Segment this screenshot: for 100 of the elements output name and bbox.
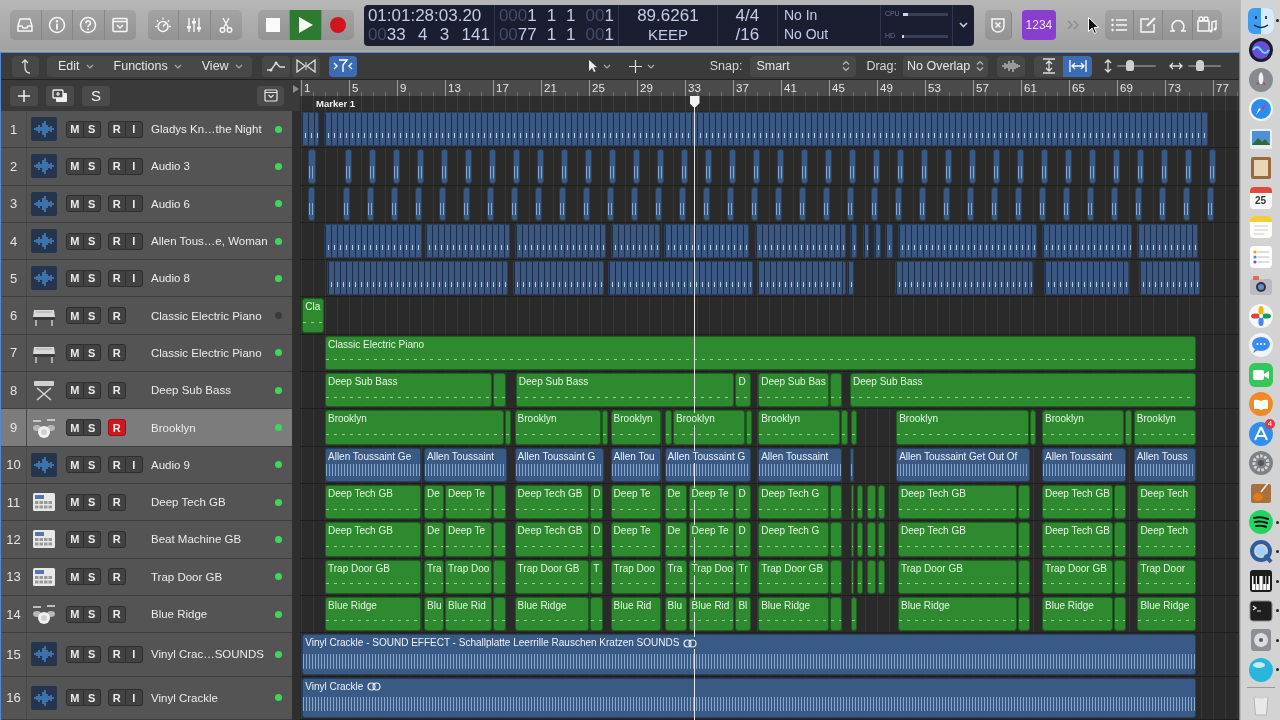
editors-button[interactable] — [210, 10, 242, 40]
midi-region[interactable]: De — [424, 522, 444, 557]
midi-region[interactable]: Tra — [664, 559, 688, 594]
audio-region[interactable] — [441, 149, 448, 184]
audio-region[interactable] — [655, 186, 662, 221]
midi-region[interactable]: De — [424, 484, 444, 520]
audio-region[interactable]: Allen Toussaint G — [664, 447, 751, 482]
audio-region[interactable] — [1044, 261, 1129, 296]
midi-region[interactable] — [867, 484, 876, 520]
audio-region[interactable] — [1039, 186, 1046, 221]
audio-region[interactable] — [849, 149, 856, 184]
mute-button[interactable]: M — [66, 689, 84, 707]
bar-ruler[interactable]: 1 5 9 13 17 21 25 29 33 37 41 45 49 53 57 61 65 69 73 77 — [300, 80, 1239, 96]
status-dot[interactable] — [275, 125, 282, 133]
midi-region[interactable] — [1018, 596, 1030, 632]
audio-region[interactable] — [537, 149, 544, 184]
midi-region[interactable]: Brooklyn — [1133, 410, 1197, 445]
snap-popup[interactable]: Smart — [750, 55, 857, 77]
midi-region[interactable] — [1114, 596, 1126, 632]
flex-button[interactable] — [291, 55, 320, 77]
track-header[interactable]: 15 M S R I Vinyl Crac…SOUNDS — [1, 633, 292, 677]
menu-button[interactable]: Functions — [102, 55, 191, 77]
waveform-zoom-button[interactable] — [997, 55, 1025, 77]
audio-region[interactable] — [895, 261, 1033, 296]
sound-waves-icon[interactable] — [1247, 509, 1274, 536]
stop-button[interactable] — [257, 10, 290, 40]
audio-region[interactable] — [1185, 149, 1192, 184]
status-dot[interactable] — [275, 162, 282, 170]
midi-region[interactable]: Deep Tech GB — [1042, 484, 1114, 520]
track-header[interactable]: 5 M S R I Audio 8 — [1, 260, 292, 298]
midi-region[interactable] — [1125, 410, 1132, 445]
horizontal-zoom-button[interactable] — [1063, 55, 1092, 77]
record-enable-button[interactable]: R — [108, 645, 126, 663]
audio-region[interactable] — [727, 186, 734, 221]
audio-region[interactable] — [631, 186, 638, 221]
audio-region[interactable] — [919, 186, 926, 221]
status-dot[interactable] — [275, 424, 282, 431]
track-header[interactable]: 10 M S R I Audio 9 — [1, 446, 292, 484]
audio-region[interactable] — [753, 149, 760, 184]
midi-region[interactable] — [856, 559, 863, 594]
record-enable-button[interactable]: R — [108, 381, 126, 399]
record-enable-button[interactable]: R — [108, 530, 126, 548]
midi-region[interactable]: Blue Ridge — [1042, 596, 1114, 632]
midi-region[interactable] — [878, 559, 886, 594]
audio-region[interactable] — [487, 186, 494, 221]
midi-region[interactable]: Trap Door GB — [1042, 559, 1114, 594]
audio-region[interactable] — [1207, 186, 1214, 221]
midi-region[interactable]: Tr — [735, 559, 751, 594]
audio-region[interactable] — [465, 149, 472, 184]
audio-region[interactable] — [850, 447, 855, 482]
audio-region[interactable] — [945, 149, 952, 184]
midi-region[interactable]: Deep Te — [445, 522, 492, 557]
midi-region[interactable]: Classic Electric Piano — [325, 335, 1197, 371]
midi-region[interactable]: Trap Door GB — [514, 559, 589, 594]
orb-icon[interactable] — [1247, 37, 1274, 64]
track-header[interactable]: 9 M S R Brooklyn — [1, 409, 292, 447]
mixer-button[interactable] — [179, 10, 211, 40]
midi-region[interactable] — [830, 596, 843, 632]
track-header[interactable]: 12 M S R Beat Machine GB — [1, 521, 292, 559]
slider-thumb[interactable] — [1125, 60, 1134, 71]
status-dot[interactable] — [275, 312, 282, 320]
midi-region[interactable]: Trap Doo — [688, 559, 735, 594]
audio-region[interactable] — [1089, 149, 1096, 184]
smart-controls-button[interactable] — [148, 10, 180, 40]
audio-region[interactable] — [679, 186, 686, 221]
solo-button[interactable]: S — [83, 456, 101, 474]
audio-region[interactable] — [391, 186, 398, 221]
list-editors-button[interactable] — [1104, 10, 1135, 40]
audio-region[interactable] — [993, 149, 1000, 184]
status-dot[interactable] — [275, 498, 282, 506]
midi-region[interactable]: D — [735, 484, 751, 520]
midi-region[interactable] — [1030, 410, 1036, 445]
midi-region[interactable]: Deep Tech G — [758, 484, 829, 520]
inspector-button[interactable] — [41, 10, 73, 40]
midi-region[interactable]: Deep Tech GB — [325, 522, 421, 557]
midi-region[interactable]: De — [664, 522, 688, 557]
audio-region[interactable] — [991, 186, 998, 221]
midi-region[interactable]: Deep Sub Bas — [758, 373, 829, 408]
midi-region[interactable] — [493, 596, 507, 632]
midi-region[interactable]: Deep Tech — [1137, 484, 1197, 520]
midi-region[interactable] — [850, 596, 857, 632]
audio-region[interactable] — [1042, 223, 1132, 259]
audio-region[interactable] — [513, 149, 520, 184]
audio-region[interactable] — [307, 186, 316, 221]
audio-region[interactable] — [417, 149, 424, 184]
audio-region[interactable] — [943, 186, 950, 221]
audio-region[interactable] — [967, 186, 974, 221]
midi-region[interactable]: D — [590, 522, 604, 557]
audio-region[interactable] — [847, 186, 854, 221]
midi-region[interactable] — [867, 559, 876, 594]
audio-region[interactable] — [583, 186, 590, 221]
note-pad-button[interactable] — [1134, 10, 1164, 40]
status-dot[interactable] — [275, 349, 282, 357]
audio-region[interactable] — [1111, 186, 1118, 221]
audio-region[interactable] — [705, 149, 712, 184]
midi-region[interactable]: De — [664, 484, 688, 520]
audio-region[interactable] — [343, 186, 350, 221]
status-dot[interactable] — [275, 461, 282, 469]
midi-region[interactable] — [856, 522, 863, 557]
catch-button[interactable] — [328, 55, 357, 77]
